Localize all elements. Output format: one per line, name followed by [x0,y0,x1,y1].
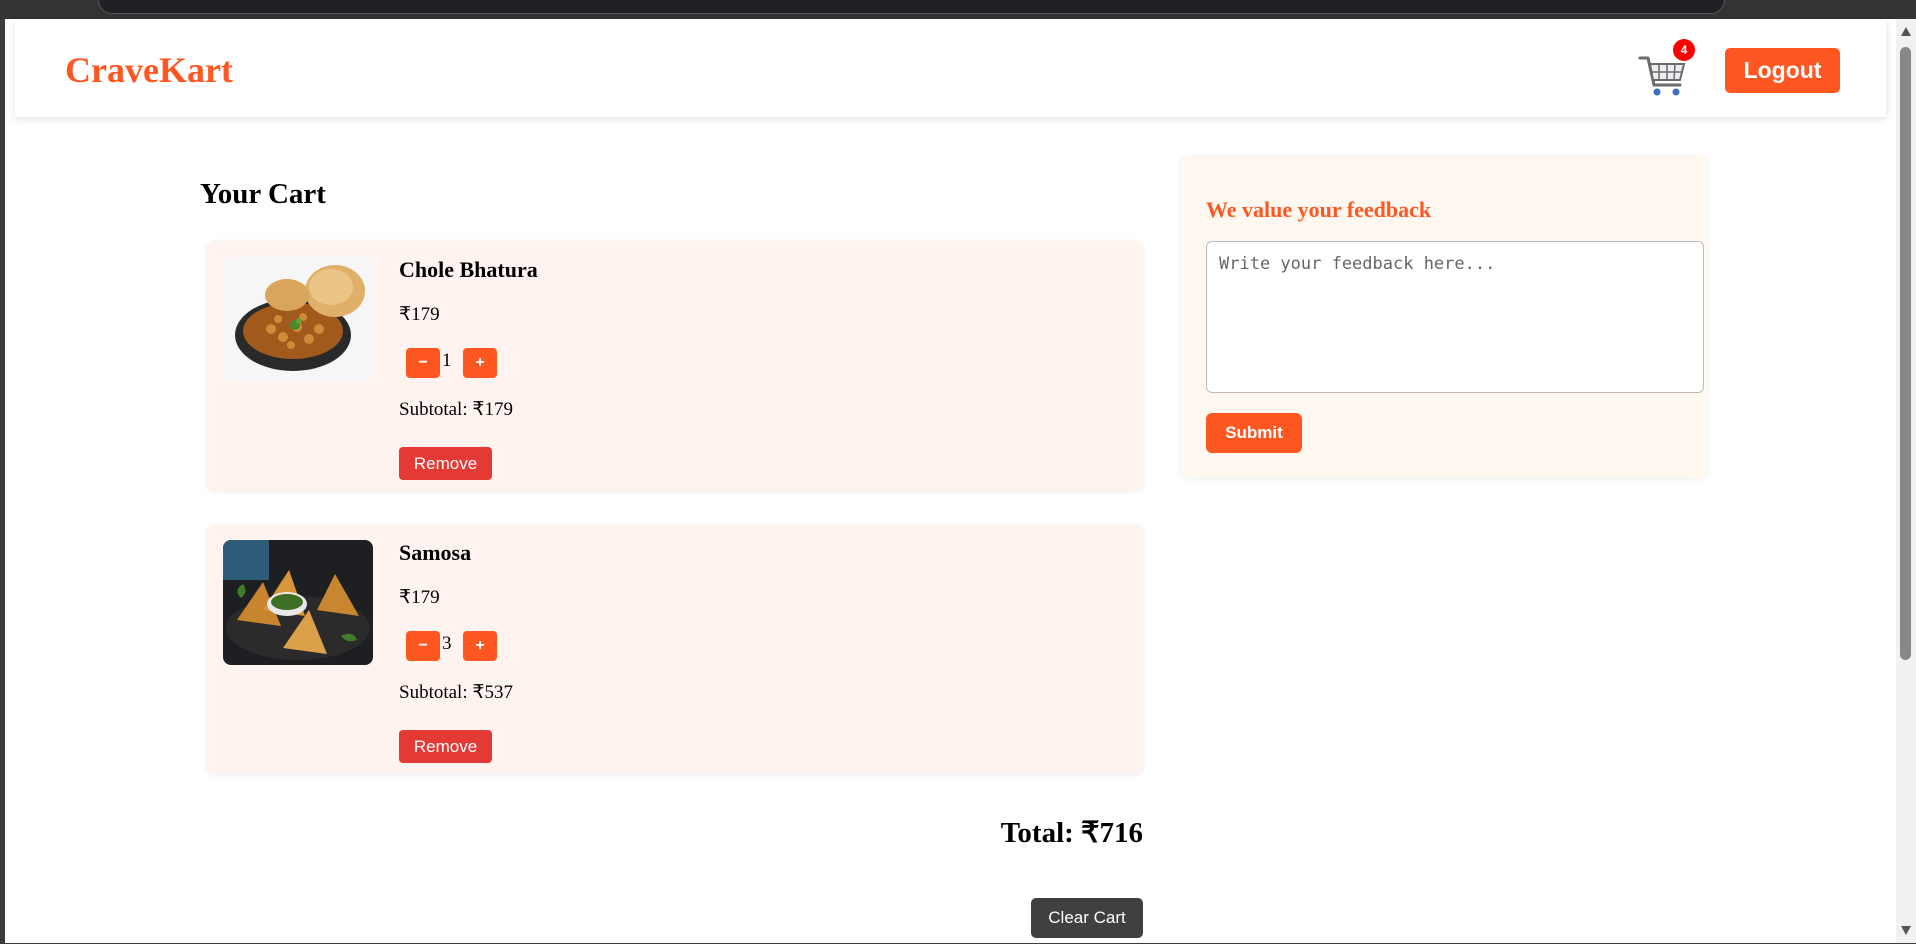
cart-item-samosa: Samosa ₹179 − 3 + Subtotal: ₹537 Remove [207,524,1143,774]
chole-bhatura-image [223,257,373,382]
decrement-button[interactable]: − [406,631,440,661]
page-viewport: CraveKart 4 Logout Your Cart Chole Bhatu… [5,19,1896,943]
item-name: Samosa [399,540,472,565]
remove-button[interactable]: Remove [399,447,492,480]
feedback-textarea[interactable] [1206,241,1704,393]
item-price: ₹179 [399,587,440,608]
increment-button[interactable]: + [463,631,497,661]
scroll-up-arrow-icon[interactable] [1901,27,1911,36]
scrollbar-thumb[interactable] [1900,47,1911,660]
submit-feedback-button[interactable]: Submit [1206,413,1302,453]
page-scrollbar[interactable] [1896,19,1916,943]
decrement-button[interactable]: − [406,348,440,378]
feedback-title: We value your feedback [1206,197,1432,222]
item-price: ₹179 [399,304,440,325]
feedback-card: We value your feedback Submit [1181,155,1707,478]
cart-item-chole-bhatura: Chole Bhatura ₹179 − 1 + Subtotal: ₹179 … [207,241,1143,491]
brand-logo[interactable]: CraveKart [65,49,233,91]
remove-button[interactable]: Remove [399,730,492,763]
cart-title: Your Cart [200,178,326,210]
address-bar[interactable] [98,0,1725,14]
item-subtotal: Subtotal: ₹179 [399,399,513,420]
cart-total: Total: ₹716 [1000,817,1143,849]
clear-cart-button[interactable]: Clear Cart [1031,898,1143,938]
scroll-down-arrow-icon[interactable] [1901,926,1911,935]
quantity-value: 3 [442,633,452,654]
increment-button[interactable]: + [463,348,497,378]
samosa-image [223,540,373,665]
cart-count-badge: 4 [1673,39,1695,61]
item-subtotal: Subtotal: ₹537 [399,682,513,703]
item-name: Chole Bhatura [399,257,538,282]
navbar: CraveKart 4 Logout [15,19,1886,117]
logout-button[interactable]: Logout [1725,48,1840,93]
quantity-value: 1 [442,350,452,371]
browser-toolbar [0,0,1916,19]
